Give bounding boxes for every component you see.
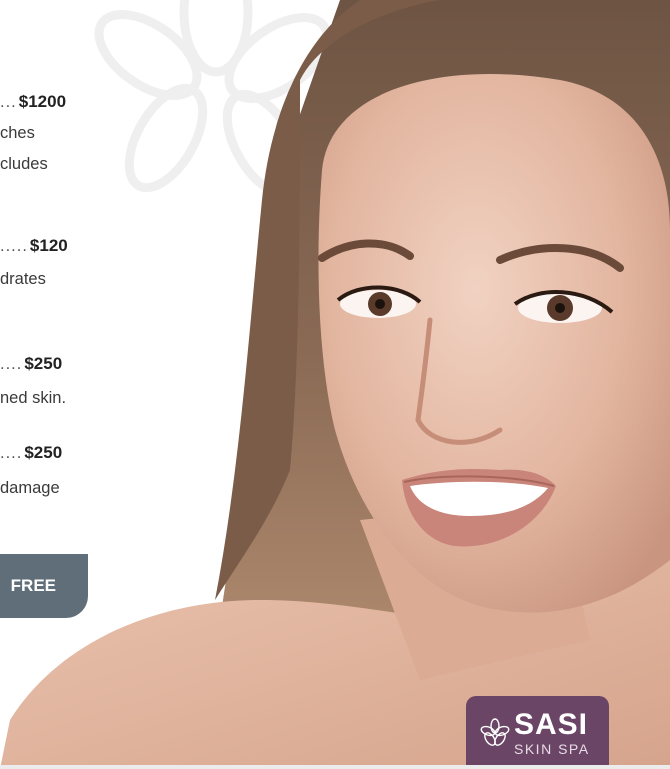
menu-item-3-dots: .... [0,355,23,373]
woman-portrait-photo [0,0,670,769]
flower-outline-decoration [94,0,332,199]
menu-item-4-desc-line-1: damage [0,479,60,497]
menu-item-1-desc-line-2: cludes [0,155,48,173]
menu-item-2-desc-line-1: drates [0,270,46,288]
logo-subtitle: SKIN SPA [514,740,590,757]
menu-item-2-price: $120 [29,236,68,255]
bottom-divider [0,765,670,769]
logo-brand: SASI [514,707,589,741]
sasi-skin-spa-logo: SASI SKIN SPA [466,696,609,769]
menu-item-3-price-line: .... $250 [0,350,62,374]
menu-item-2-dots: ..... [0,237,28,255]
menu-item-4-dots: .... [0,444,23,462]
menu-item-3-desc-line-1: ned skin. [0,389,67,407]
menu-item-1-price: $1200 [18,92,67,111]
menu-item-4-price-line: .... $250 [0,439,62,463]
menu-item-1-price-line: ... $1200 [0,88,66,112]
menu-item-2-price-line: ..... $120 [0,232,68,256]
spa-promo-page: ... $1200 ches cludes ..... $120 drates … [0,0,670,769]
logo-texts: SASI SKIN SPA [514,707,590,757]
menu-item-1-desc-line-1: ches [0,124,35,142]
menu-item-1-dots: ... [0,93,17,111]
menu-item-4-price: $250 [24,443,63,462]
flower-logo-icon [480,717,510,746]
free-consultation-button[interactable]: FREE [0,554,88,618]
menu-item-3-price: $250 [24,354,63,373]
treatment-menu: ... $1200 ches cludes ..... $120 drates … [0,0,100,769]
